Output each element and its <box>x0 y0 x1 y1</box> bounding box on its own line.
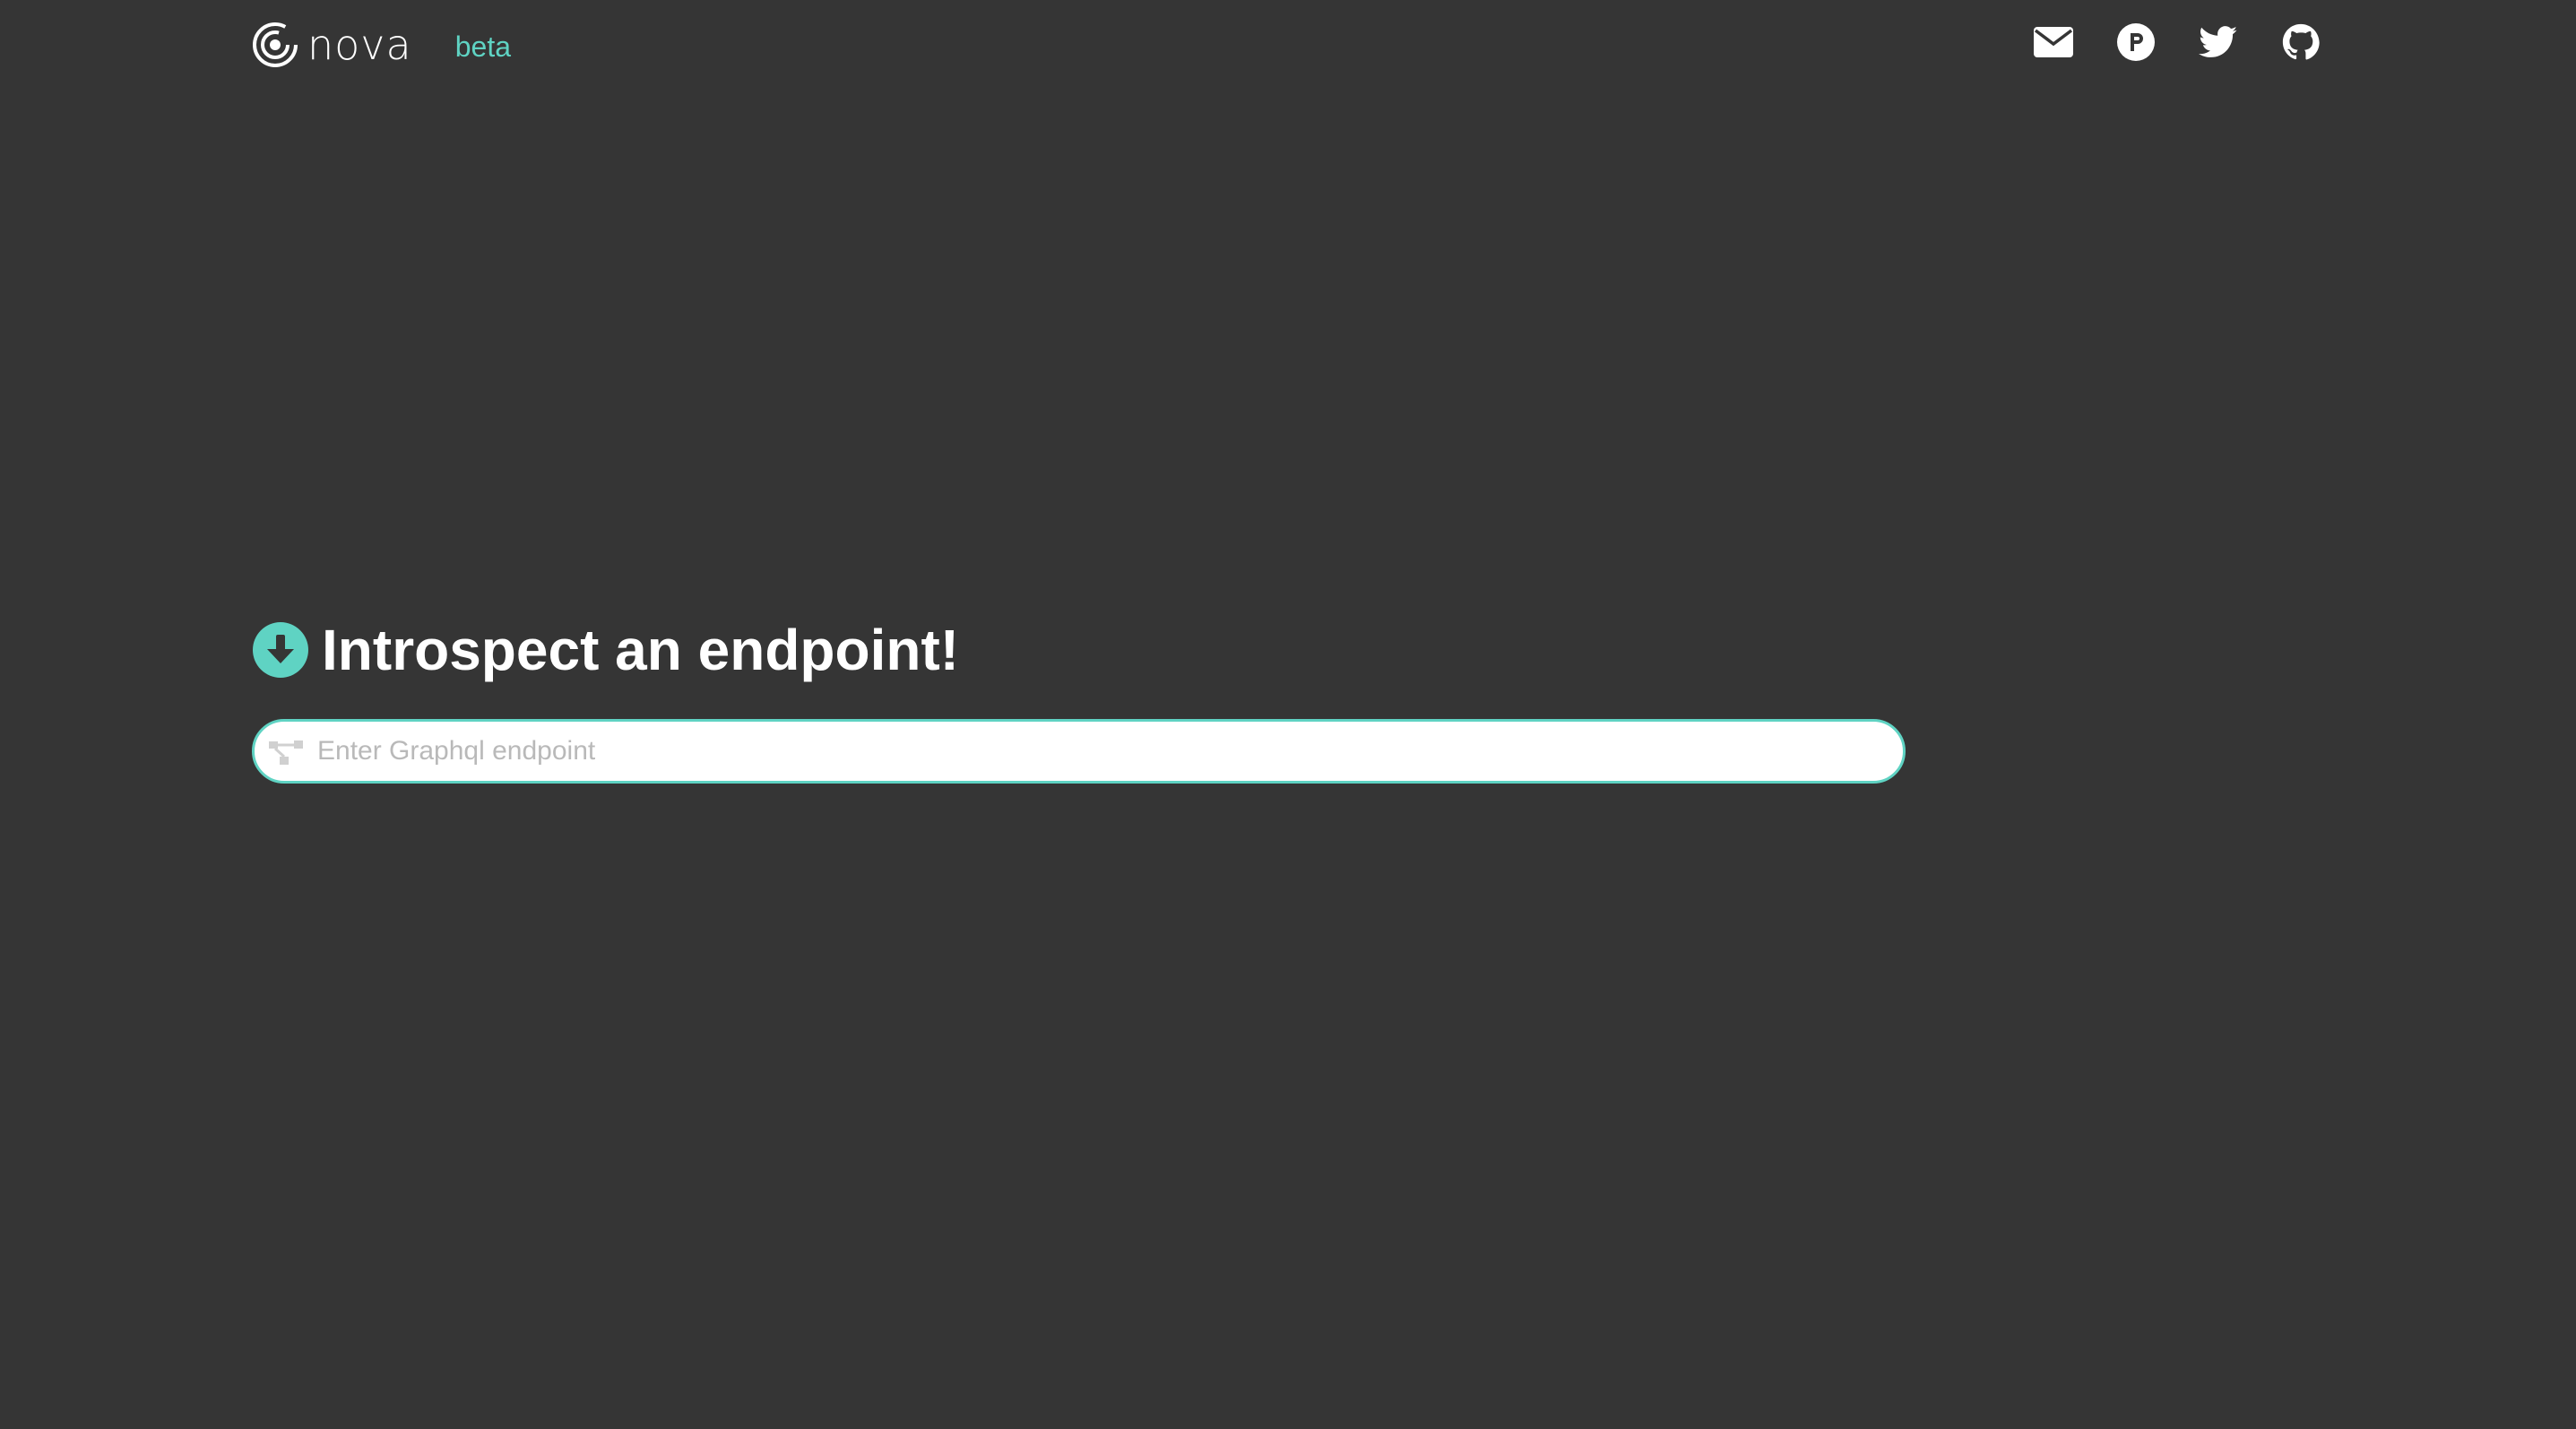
email-link[interactable] <box>2033 22 2074 63</box>
producthunt-icon <box>2117 23 2155 61</box>
twitter-link[interactable] <box>2198 22 2239 63</box>
github-icon <box>2282 23 2320 60</box>
producthunt-link[interactable] <box>2115 22 2157 63</box>
top-nav: nova beta <box>0 0 2576 90</box>
envelope-icon <box>2034 27 2073 57</box>
arrow-circle-down-icon <box>253 622 308 678</box>
title-row: Introspect an endpoint! <box>252 614 1906 686</box>
endpoint-search-box[interactable] <box>252 719 1906 784</box>
nova-logo-icon <box>253 22 298 67</box>
beta-badge: beta <box>454 30 511 63</box>
github-link[interactable] <box>2280 22 2321 63</box>
page-title: Introspect an endpoint! <box>322 618 960 682</box>
brand-name: nova <box>307 21 412 69</box>
introspect-section: Introspect an endpoint! <box>252 614 1906 784</box>
brand[interactable]: nova beta <box>252 20 511 70</box>
graph-network-icon <box>269 740 303 765</box>
endpoint-input[interactable] <box>317 722 1877 781</box>
twitter-icon <box>2199 26 2237 57</box>
social-links <box>2033 22 2321 63</box>
